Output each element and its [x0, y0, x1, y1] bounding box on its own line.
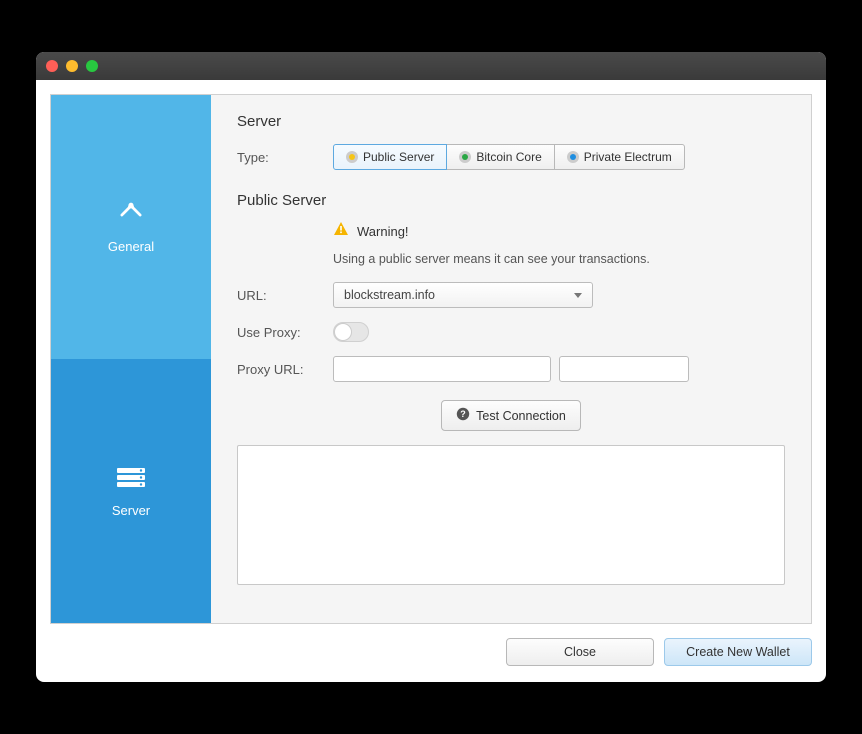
main-panel: Server Type: Public Server Bitcoin Core: [211, 95, 811, 623]
url-value: blockstream.info: [344, 288, 435, 302]
warning-row: Warning!: [333, 221, 785, 242]
titlebar: [36, 52, 826, 80]
url-select[interactable]: blockstream.info: [333, 282, 593, 308]
type-label: Type:: [237, 150, 333, 165]
segment-bitcoin-core[interactable]: Bitcoin Core: [446, 144, 554, 170]
proxy-url-label: Proxy URL:: [237, 362, 333, 377]
close-button[interactable]: Close: [506, 638, 654, 666]
server-type-segmented-control: Public Server Bitcoin Core Private Elect…: [333, 144, 685, 170]
segment-label: Bitcoin Core: [476, 150, 541, 164]
sidebar-item-general[interactable]: General: [51, 95, 211, 359]
proxy-url-row: Proxy URL:: [237, 356, 785, 382]
content-area: General Server: [50, 94, 812, 624]
sidebar-item-label: General: [108, 239, 154, 254]
segment-label: Private Electrum: [584, 150, 672, 164]
sidebar: General Server: [51, 95, 211, 623]
type-row: Type: Public Server Bitcoin Core Priv: [237, 144, 785, 170]
test-connection-label: Test Connection: [476, 409, 566, 423]
sidebar-item-label: Server: [112, 503, 150, 518]
create-wallet-label: Create New Wallet: [686, 645, 790, 659]
url-label: URL:: [237, 288, 333, 303]
sidebar-item-server[interactable]: Server: [51, 359, 211, 623]
subsection-title-public-server: Public Server: [237, 192, 785, 209]
toggle-dot-icon: [346, 151, 358, 163]
body-wrap: General Server: [36, 80, 826, 682]
use-proxy-row: Use Proxy:: [237, 322, 785, 342]
segment-public-server[interactable]: Public Server: [333, 144, 447, 170]
server-rack-icon: [115, 464, 147, 497]
svg-text:?: ?: [460, 409, 466, 419]
test-connection-button[interactable]: ? Test Connection: [441, 400, 581, 431]
tools-icon: [115, 200, 147, 233]
use-proxy-label: Use Proxy:: [237, 325, 333, 340]
warning-description: Using a public server means it can see y…: [333, 252, 785, 266]
connection-log-output: [237, 445, 785, 585]
test-connection-row: ? Test Connection: [237, 400, 785, 431]
segment-private-electrum[interactable]: Private Electrum: [554, 144, 685, 170]
section-title-server: Server: [237, 113, 785, 130]
question-circle-icon: ?: [456, 407, 470, 424]
close-button-label: Close: [564, 645, 596, 659]
maximize-window-icon[interactable]: [86, 60, 98, 72]
warning-label: Warning!: [357, 224, 409, 239]
toggle-dot-icon: [459, 151, 471, 163]
warning-triangle-icon: [333, 221, 349, 242]
toggle-dot-icon: [567, 151, 579, 163]
preferences-window: General Server: [36, 52, 826, 682]
footer: Close Create New Wallet: [50, 624, 812, 668]
proxy-port-input[interactable]: [559, 356, 689, 382]
close-window-icon[interactable]: [46, 60, 58, 72]
url-row: URL: blockstream.info: [237, 282, 785, 308]
minimize-window-icon[interactable]: [66, 60, 78, 72]
use-proxy-toggle[interactable]: [333, 322, 369, 342]
proxy-host-input[interactable]: [333, 356, 551, 382]
segment-label: Public Server: [363, 150, 434, 164]
create-new-wallet-button[interactable]: Create New Wallet: [664, 638, 812, 666]
